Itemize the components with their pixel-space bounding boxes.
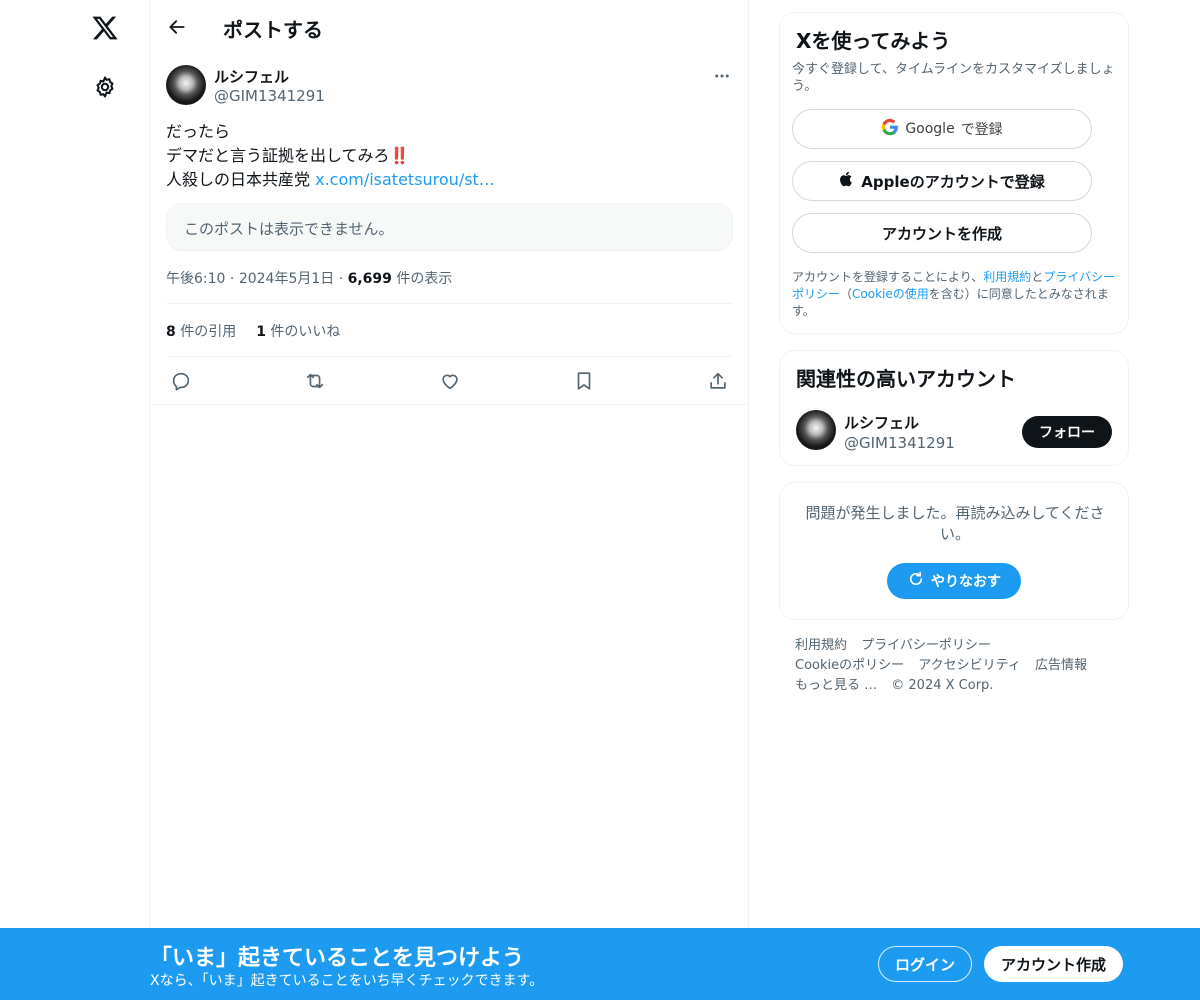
create-account-label: アカウントを作成 — [881, 224, 1002, 243]
author-avatar[interactable] — [166, 65, 206, 105]
meta-separator: · — [229, 271, 235, 287]
post-link[interactable]: x.com/isatetsurou/st… — [315, 170, 495, 189]
signup-card: Xを使ってみよう 今すぐ登録して、タイムラインをカスタマイズしましょう。 Goo… — [779, 12, 1129, 334]
post-date[interactable]: 2024年5月1日 — [239, 271, 334, 287]
post-line-2: デマだと言う証拠を出してみろ‼️ — [166, 144, 726, 168]
google-icon — [881, 118, 899, 140]
footer-row: もっと見る … © 2024 X Corp. — [795, 676, 1115, 696]
x-logo-icon[interactable] — [89, 12, 121, 44]
page-header: ポストする — [150, 0, 750, 53]
related-accounts-title: 関連性の高いアカウント — [796, 367, 1016, 391]
likes-stat[interactable]: 1 件のいいね — [256, 321, 340, 341]
left-nav — [0, 0, 150, 1000]
page-title: ポストする — [223, 18, 323, 42]
signup-card-subtitle: 今すぐ登録して、タイムラインをカスタマイズしましょう。 — [792, 62, 1115, 94]
footer-terms-link[interactable]: 利用規約 — [795, 638, 847, 653]
footer-copyright: © 2024 X Corp. — [891, 678, 994, 693]
footer-privacy-link[interactable]: プライバシーポリシー — [861, 638, 991, 653]
bottom-signup-bar: 「いま」起きていることを見つけよう Xなら、「いま」起きていることをいち早くチェ… — [0, 928, 1200, 1000]
author-name[interactable]: ルシフェル — [214, 66, 289, 87]
quoted-post-unavailable: このポストは表示できません。 — [166, 203, 733, 251]
google-signup-button[interactable]: Google で登録 — [792, 109, 1092, 149]
terms-text-3: （ — [840, 287, 853, 301]
terms-text-1: アカウントを登録することにより、 — [792, 270, 984, 284]
follow-button[interactable]: フォロー — [1022, 416, 1112, 448]
bookmark-icon[interactable] — [569, 366, 599, 396]
footer-row: Cookieのポリシー アクセシビリティ 広告情報 — [795, 656, 1115, 676]
error-message: 問題が発生しました。再読み込みしてください。 — [805, 504, 1105, 543]
retry-button[interactable]: やりなおす — [887, 563, 1021, 599]
double-exclamation-emoji: ‼️ — [389, 146, 410, 165]
refresh-icon — [907, 570, 925, 592]
divider — [166, 303, 733, 304]
related-account-name[interactable]: ルシフェル — [844, 412, 919, 433]
arrow-left-icon[interactable] — [164, 14, 190, 40]
post-line-3-text: 人殺しの日本共産党 — [166, 170, 316, 189]
divider — [166, 356, 733, 357]
repost-icon[interactable] — [300, 366, 330, 396]
related-accounts-card: 関連性の高いアカウント ルシフェル @GIM1341291 フォロー — [779, 350, 1129, 466]
related-account-avatar[interactable] — [796, 410, 836, 450]
footer-links: 利用規約 プライバシーポリシー Cookieのポリシー アクセシビリティ 広告情… — [795, 636, 1115, 696]
post-text: だったら デマだと言う証拠を出してみろ‼️ 人殺しの日本共産党 x.com/is… — [166, 120, 726, 192]
gear-icon[interactable] — [91, 73, 119, 101]
login-button[interactable]: ログイン — [878, 946, 972, 982]
error-card: 問題が発生しました。再読み込みしてください。 やりなおす — [779, 482, 1129, 620]
cookie-link[interactable]: Cookieの使用 — [852, 287, 929, 301]
views-label: 件の表示 — [391, 271, 453, 287]
signup-button[interactable]: アカウント作成 — [984, 946, 1123, 982]
post-line-1: だったら — [166, 122, 231, 141]
post-time[interactable]: 午後6:10 — [166, 271, 225, 287]
terms-text-2: と — [1031, 270, 1044, 284]
main-column: ポストする ルシフェル @GIM1341291 だったら デマだと言う証拠を出し… — [149, 0, 749, 1000]
heart-icon[interactable] — [435, 366, 465, 396]
related-account-handle[interactable]: @GIM1341291 — [844, 434, 955, 452]
views-count: 6,699 — [347, 271, 392, 287]
footer-accessibility-link[interactable]: アクセシビリティ — [918, 658, 1021, 673]
post-stats: 8 件の引用 1 件のいいね — [166, 321, 340, 341]
post-line-2-text: デマだと言う証拠を出してみろ — [166, 146, 390, 165]
footer-more-link[interactable]: もっと見る … — [795, 678, 877, 693]
google-brand: Google — [905, 121, 955, 137]
terms-link[interactable]: 利用規約 — [983, 270, 1031, 284]
author-handle[interactable]: @GIM1341291 — [214, 87, 325, 105]
footer-cookie-link[interactable]: Cookieのポリシー — [795, 658, 904, 673]
terms-text: アカウントを登録することにより、利用規約とプライバシーポリシー（Cookieの使… — [792, 269, 1118, 320]
signup-card-title: Xを使ってみよう — [796, 29, 951, 53]
post-line-3: 人殺しの日本共産党 x.com/isatetsurou/st… — [166, 168, 726, 192]
post-actions — [166, 366, 733, 396]
apple-signup-button[interactable]: Appleのアカウントで登録 — [792, 161, 1092, 201]
bottom-bar-subtitle: Xなら、「いま」起きていることをいち早くチェックできます。 — [150, 973, 544, 989]
footer-row: 利用規約 プライバシーポリシー — [795, 636, 1115, 656]
apple-icon — [839, 170, 855, 192]
google-signup-label: で登録 — [960, 122, 1003, 138]
quotes-stat[interactable]: 8 件の引用 — [166, 321, 236, 341]
likes-label: 件のいいね — [265, 324, 341, 340]
bottom-bar-title: 「いま」起きていることを見つけよう — [150, 946, 525, 971]
quotes-label: 件の引用 — [175, 324, 237, 340]
post-meta: 午後6:10 · 2024年5月1日 · 6,699 件の表示 — [166, 268, 452, 288]
meta-separator: · — [338, 271, 344, 287]
reply-icon[interactable] — [166, 366, 196, 396]
footer-ads-link[interactable]: 広告情報 — [1035, 658, 1087, 673]
retry-label: やりなおす — [931, 574, 1001, 590]
apple-signup-label: Appleのアカウントで登録 — [861, 172, 1045, 191]
divider — [150, 404, 749, 405]
more-options-icon[interactable] — [710, 64, 734, 88]
share-icon[interactable] — [703, 366, 733, 396]
create-account-button[interactable]: アカウントを作成 — [792, 213, 1092, 253]
quotes-count: 8 — [166, 324, 176, 340]
likes-count: 1 — [256, 324, 266, 340]
